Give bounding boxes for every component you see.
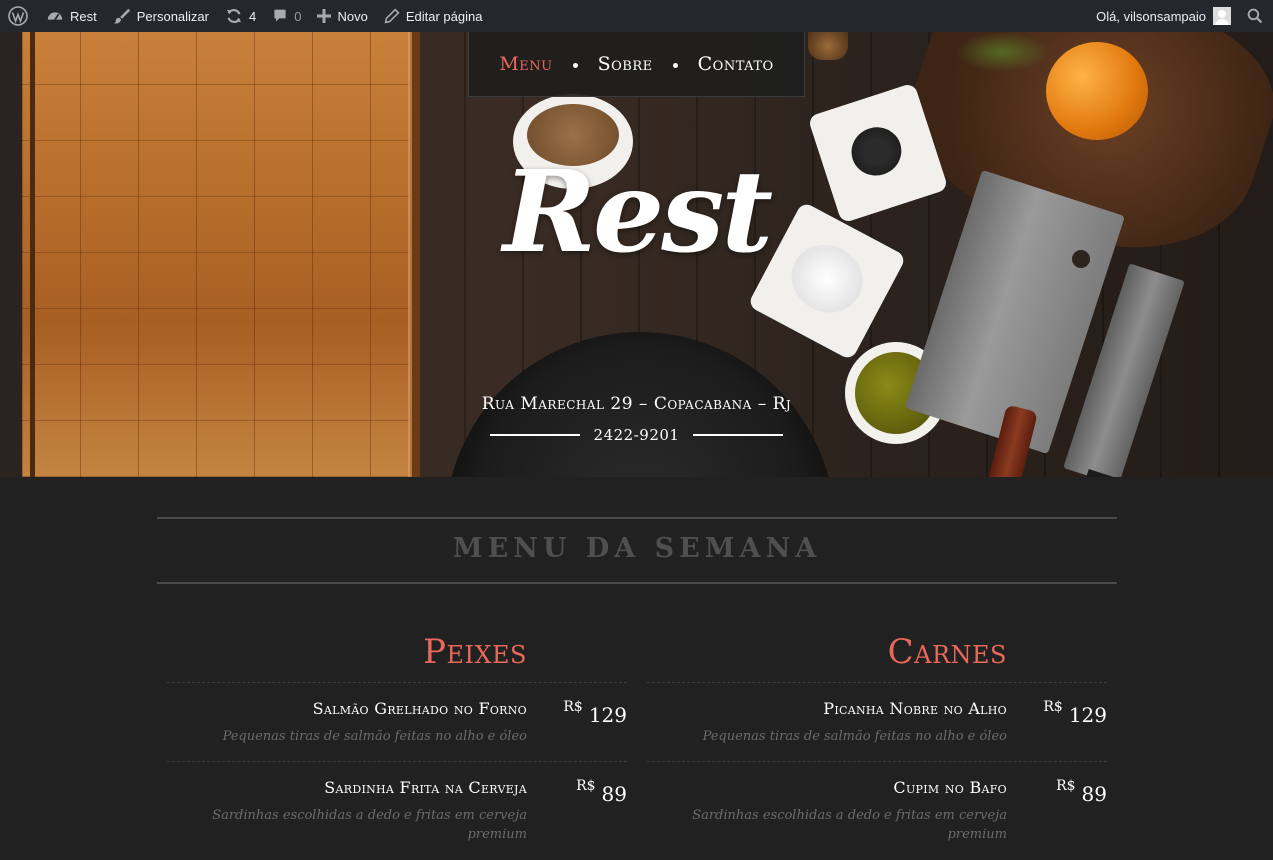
- price-currency: R$: [1056, 778, 1076, 794]
- new-label: Novo: [337, 8, 368, 24]
- edit-page-link[interactable]: Editar página: [376, 0, 491, 32]
- brush-icon: [113, 8, 130, 24]
- updates-icon: [226, 9, 242, 23]
- my-account-link[interactable]: Olá, vilsonsampaio: [1088, 0, 1239, 32]
- nav-separator: [672, 62, 678, 68]
- menu-item-price: R$ 129: [563, 697, 627, 727]
- dashboard-icon: [47, 12, 63, 21]
- menu-item-name: Picanha Nobre no Alho: [823, 699, 1007, 718]
- menu-item-description: Pequenas tiras de salmão feitas no alho …: [222, 729, 527, 744]
- customize-label: Personalizar: [136, 8, 209, 24]
- divider-line: [692, 434, 783, 436]
- new-content-link[interactable]: Novo: [309, 0, 375, 32]
- phone-number: 2422-9201: [593, 426, 680, 444]
- cutting-board-image: [22, 32, 420, 477]
- menu-item: Salmão Grelhado no Forno Pequenas tiras …: [167, 683, 627, 762]
- divider-line: [490, 434, 580, 436]
- price-amount: 89: [601, 782, 627, 806]
- section-title: MENU DA SEMANA: [452, 533, 822, 564]
- menu-item-name: Cupim no Bafo: [893, 778, 1007, 797]
- phone-row: 2422-9201: [490, 424, 783, 446]
- category-title: Peixes: [423, 632, 527, 672]
- customize-link[interactable]: Personalizar: [105, 0, 217, 32]
- menu-item-description: Sardinhas escolhidas a dedo e fritas em …: [692, 808, 1007, 842]
- main-nav: Menu Sobre Contato: [468, 32, 805, 97]
- price-currency: R$: [563, 699, 583, 715]
- wordpress-icon: [8, 6, 28, 26]
- address-text: Rua Marechal 29 – Copacabana – Rj: [481, 394, 792, 414]
- price-currency: R$: [1043, 699, 1063, 715]
- menu-item-price: R$ 129: [1043, 697, 1107, 727]
- menu-item-description: Pequenas tiras de salmão feitas no alho …: [702, 729, 1007, 744]
- comments-link[interactable]: 0: [264, 0, 309, 32]
- site-logo[interactable]: Rest: [470, 157, 803, 269]
- price-amount: 89: [1081, 782, 1107, 806]
- menu-item: Cupim no Bafo Sardinhas escolhidas a ded…: [647, 762, 1107, 842]
- price-amount: 129: [588, 703, 627, 727]
- menu-item: Picanha Nobre no Alho Pequenas tiras de …: [647, 683, 1107, 762]
- section-top-rule: [157, 517, 1117, 519]
- comment-icon: [274, 9, 286, 22]
- menu-category-peixes: Peixes Salmão Grelhado no Forno Pequenas…: [167, 630, 627, 842]
- board-stripe: [30, 32, 35, 477]
- hero-section: Menu Sobre Contato Rest Rua Marechal 29 …: [0, 32, 1273, 477]
- plus-icon: [317, 9, 332, 23]
- menu-item: Sardinha Frita na Cerveja Sardinhas esco…: [167, 762, 627, 842]
- price-currency: R$: [576, 778, 596, 794]
- site-name-link[interactable]: Rest: [38, 0, 105, 32]
- menu-category-carnes: Carnes Picanha Nobre no Alho Pequenas ti…: [647, 630, 1107, 842]
- menu-item-description: Sardinhas escolhidas a dedo e fritas em …: [212, 808, 527, 842]
- hero-edge: [0, 32, 22, 477]
- avatar: [1213, 7, 1231, 25]
- menu-item-price: R$ 89: [1056, 776, 1107, 806]
- admin-search[interactable]: [1239, 0, 1273, 32]
- site-name-label: Rest: [70, 8, 97, 24]
- menu-item-name: Salmão Grelhado no Forno: [312, 699, 527, 718]
- updates-count: 4: [249, 8, 257, 24]
- search-icon: [1247, 8, 1263, 24]
- cleaver-hole: [1072, 250, 1090, 268]
- wp-admin-bar: Rest Personalizar 4 0 Novo Editar página…: [0, 0, 1273, 32]
- updates-link[interactable]: 4: [217, 0, 264, 32]
- menu-item-name: Sardinha Frita na Cerveja: [324, 778, 527, 797]
- comments-count: 0: [294, 8, 302, 24]
- price-amount: 129: [1068, 703, 1107, 727]
- nav-item-menu[interactable]: Menu: [497, 53, 554, 75]
- orange-image: [1046, 42, 1148, 140]
- edit-page-label: Editar página: [405, 8, 483, 24]
- nav-separator: [572, 62, 578, 68]
- category-title: Carnes: [887, 632, 1007, 672]
- pencil-icon: [384, 8, 400, 24]
- board-stripe: [408, 32, 412, 477]
- nav-item-sobre[interactable]: Sobre: [596, 53, 655, 75]
- spice-jar-image: [808, 32, 848, 60]
- greeting-label: Olá, vilsonsampaio: [1096, 8, 1206, 24]
- wordpress-menu[interactable]: [0, 0, 38, 32]
- menu-item-price: R$ 89: [576, 776, 627, 806]
- nav-item-contato[interactable]: Contato: [696, 53, 776, 75]
- herb-image: [955, 32, 1050, 72]
- section-bottom-rule: [157, 582, 1117, 584]
